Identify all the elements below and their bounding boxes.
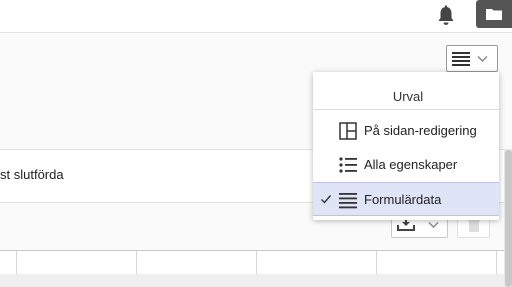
check-icon (321, 195, 332, 204)
status-text: st slutförda (0, 167, 64, 182)
menu-header-label: Urval (392, 89, 424, 104)
table-header (0, 250, 504, 274)
menu-header: Urval (313, 72, 499, 109)
folder-button[interactable] (476, 0, 512, 28)
scrollbar-thumb[interactable] (505, 150, 512, 287)
column-separator[interactable] (16, 251, 17, 274)
trash-icon (468, 219, 480, 232)
menu-item-label: Alla egenskaper (364, 157, 458, 172)
list-lines-icon (339, 193, 357, 209)
bell-icon[interactable] (435, 5, 457, 27)
view-selection-menu: Urval På sidan-redigering Alla egenskape… (313, 72, 499, 220)
top-bar (0, 0, 512, 32)
folder-icon (486, 9, 502, 20)
table-body (0, 274, 504, 287)
column-separator[interactable] (376, 251, 377, 274)
chevron-down-icon (477, 55, 488, 62)
chevron-down-icon (428, 222, 439, 228)
column-separator[interactable] (256, 251, 257, 274)
menu-item-form-data[interactable]: Formulärdata (313, 182, 499, 216)
split-panel-icon (339, 122, 357, 140)
bullet-list-icon (339, 157, 357, 173)
list-lines-icon (452, 51, 470, 66)
menu-item-label: Formulärdata (364, 192, 442, 207)
menu-divider (313, 109, 499, 110)
menu-item-on-page-editing[interactable]: På sidan-redigering (313, 114, 499, 148)
column-separator[interactable] (136, 251, 137, 274)
menu-item-label: På sidan-redigering (364, 123, 477, 138)
menu-item-all-properties[interactable]: Alla egenskaper (313, 148, 499, 182)
column-separator[interactable] (496, 251, 497, 274)
view-toggle-button[interactable] (446, 45, 498, 72)
